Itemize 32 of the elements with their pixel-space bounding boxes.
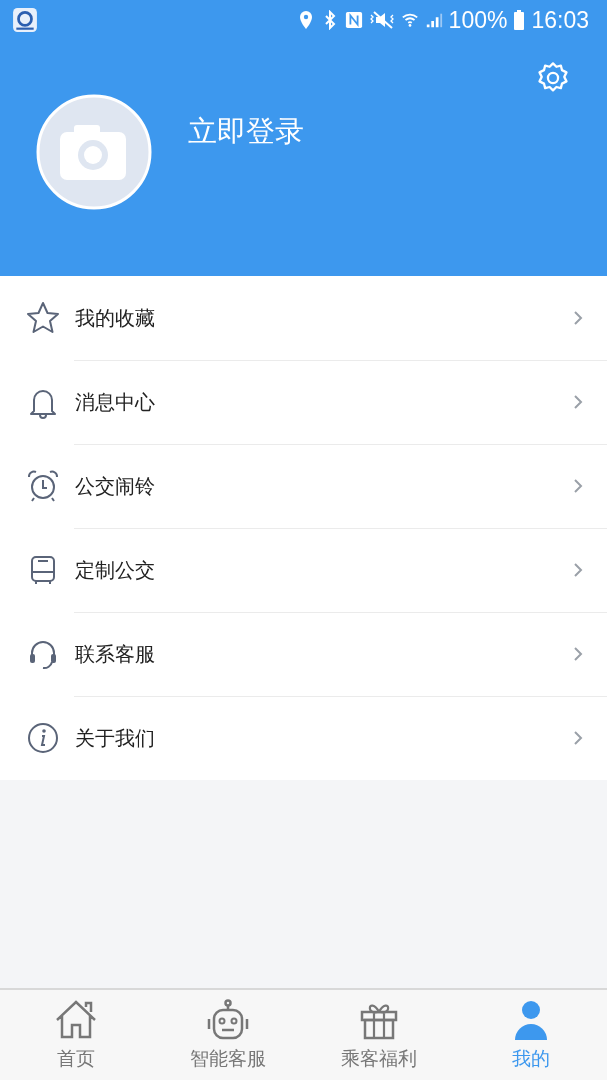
chevron-right-icon — [573, 730, 583, 746]
chevron-right-icon — [573, 394, 583, 410]
robot-icon — [205, 998, 250, 1042]
chevron-right-icon — [573, 478, 583, 494]
info-icon — [25, 720, 61, 756]
nav-tab[interactable]: 首页 — [0, 990, 152, 1080]
battery-percentage: 100% — [448, 6, 508, 34]
mute-icon — [368, 10, 395, 30]
menu-label: 定制公交 — [75, 556, 156, 584]
battery-icon — [513, 10, 526, 30]
star-icon — [25, 300, 61, 336]
nfc-icon — [344, 10, 363, 30]
menu-label: 联系客服 — [75, 640, 156, 668]
chevron-right-icon — [573, 646, 583, 662]
chevron-right-icon — [573, 562, 583, 578]
chevron-right-icon — [573, 310, 583, 326]
menu-item[interactable]: 我的收藏 — [0, 276, 607, 360]
menu-item[interactable]: 定制公交 — [0, 528, 607, 612]
clock-time: 16:03 — [531, 6, 589, 34]
menu-item[interactable]: 联系客服 — [0, 612, 607, 696]
avatar-camera-icon[interactable] — [36, 94, 152, 210]
menu-label: 消息中心 — [75, 388, 156, 416]
menu-label: 关于我们 — [75, 724, 156, 752]
menu-label: 我的收藏 — [75, 304, 156, 332]
alarm-clock-icon — [25, 468, 61, 504]
nav-tab[interactable]: 智能客服 — [151, 990, 304, 1080]
menu-item[interactable]: 关于我们 — [0, 696, 607, 780]
menu-label: 公交闹铃 — [75, 472, 156, 500]
menu-item[interactable]: 公交闹铃 — [0, 444, 607, 528]
nav-tab[interactable]: 乘客福利 — [303, 990, 456, 1080]
app-icon — [12, 7, 38, 33]
menu-item[interactable]: 消息中心 — [0, 360, 607, 444]
